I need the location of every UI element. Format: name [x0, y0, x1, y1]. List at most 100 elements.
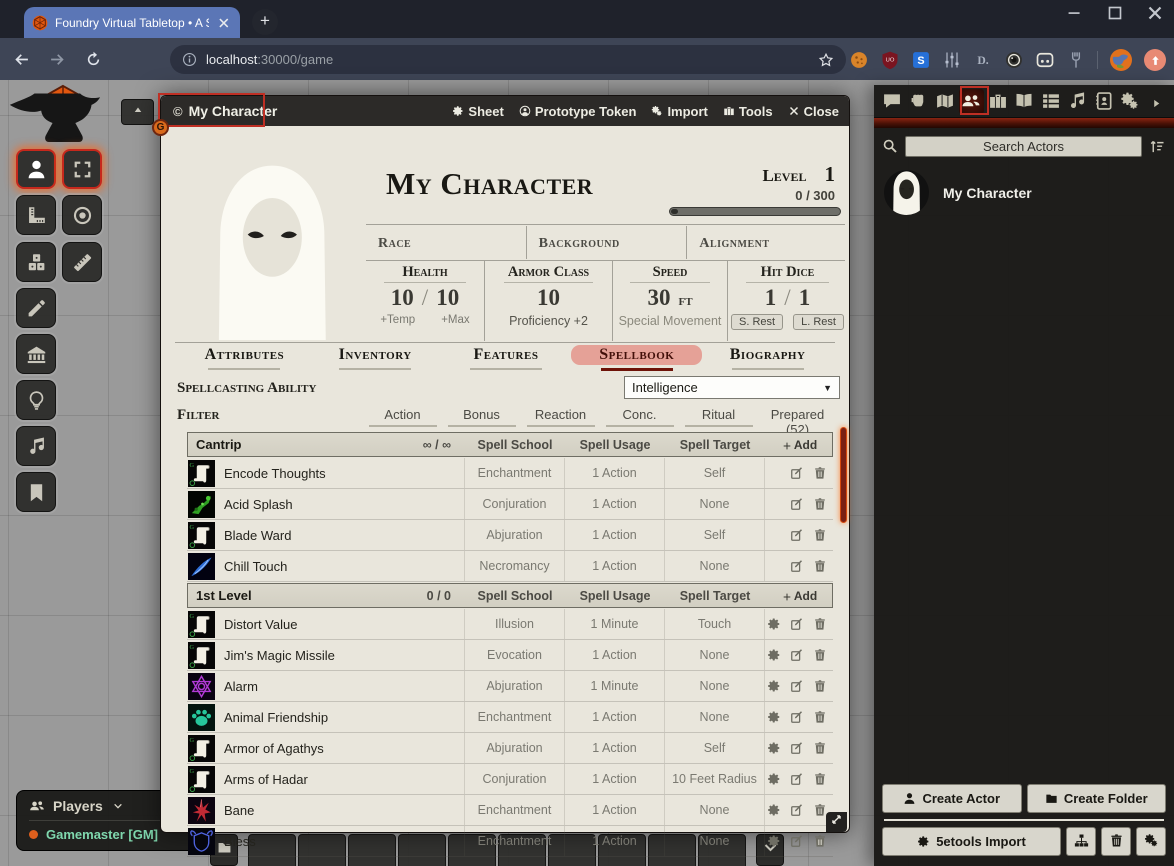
ability-select[interactable]: Intelligence ▼: [624, 376, 840, 399]
edit-icon[interactable]: [790, 803, 804, 817]
browser-tab[interactable]: Foundry Virtual Tabletop • A Stan: [24, 7, 240, 38]
hd-current[interactable]: 1: [765, 285, 777, 311]
spell-name[interactable]: Bless: [215, 834, 464, 849]
section-slots[interactable]: 0 / 0: [348, 589, 465, 603]
dice-tool-icon[interactable]: [16, 242, 56, 282]
spell-scroll-icon[interactable]: G: [188, 460, 215, 487]
window-titlebar[interactable]: © My Character SheetPrototype TokenImpor…: [161, 96, 849, 126]
character-name[interactable]: My Character: [386, 166, 593, 202]
spell-row[interactable]: GJim's Magic MissileEvocation1 ActionNon…: [187, 640, 833, 671]
spell-row[interactable]: GEncode ThoughtsEnchantment1 ActionSelf: [187, 458, 833, 489]
configure-icon[interactable]: [767, 710, 781, 724]
robot-extension-icon[interactable]: [1035, 50, 1055, 70]
spell-row[interactable]: GBlade WardAbjuration1 ActionSelf: [187, 520, 833, 551]
actors-tab-icon[interactable]: [959, 89, 984, 114]
spell-name[interactable]: Chill Touch: [215, 559, 464, 574]
update-browser-icon[interactable]: [1144, 49, 1166, 71]
address-bar[interactable]: localhost:30000/game: [170, 45, 846, 74]
field-background[interactable]: Background: [526, 226, 687, 259]
tables-tab-icon[interactable]: [1038, 89, 1063, 114]
actor-avatar[interactable]: [884, 170, 929, 215]
spell-row[interactable]: GArms of HadarConjuration1 Action10 Feet…: [187, 764, 833, 795]
tab-inventory[interactable]: Inventory: [310, 345, 441, 376]
playlists-tab-icon[interactable]: [1065, 89, 1090, 114]
ac-value[interactable]: 10: [537, 285, 560, 311]
measure-tool-icon[interactable]: [62, 242, 102, 282]
collapse-controls-button[interactable]: [121, 99, 154, 125]
chill-touch-icon[interactable]: [188, 553, 215, 580]
spell-name[interactable]: Encode Thoughts: [215, 466, 464, 481]
hd-max[interactable]: 1: [799, 285, 811, 311]
field-alignment[interactable]: Alignment: [686, 226, 847, 259]
delete-icon[interactable]: [813, 679, 827, 693]
settings-tab-icon[interactable]: [1118, 89, 1143, 114]
spell-name[interactable]: Armor of Agathys: [215, 741, 464, 756]
chat-tab-icon[interactable]: [879, 89, 904, 114]
animal-friendship-icon[interactable]: [188, 704, 215, 731]
long-rest-button[interactable]: L. Rest: [793, 314, 844, 330]
add-spell-button[interactable]: Add: [765, 438, 833, 452]
configure-icon[interactable]: [767, 617, 781, 631]
delete-icon[interactable]: [813, 710, 827, 724]
configure-icon[interactable]: [767, 741, 781, 755]
items-tab-icon[interactable]: [985, 89, 1010, 114]
section-slots[interactable]: ∞ / ∞: [348, 438, 465, 452]
journal-tab-icon[interactable]: [1012, 89, 1037, 114]
select-targets-tool-icon[interactable]: [62, 149, 102, 189]
scrollbar-thumb[interactable]: [840, 427, 847, 523]
spell-name[interactable]: Distort Value: [215, 617, 464, 632]
ruler-tool-icon[interactable]: [16, 195, 56, 235]
delete-icon[interactable]: [813, 772, 827, 786]
sort-filter-icon[interactable]: [1149, 138, 1166, 155]
actor-list-item[interactable]: My Character: [874, 164, 1174, 221]
spell-scroll-icon[interactable]: G: [188, 766, 215, 793]
spell-row[interactable]: Acid SplashConjuration1 ActionNone: [187, 489, 833, 520]
edit-icon[interactable]: [790, 497, 804, 511]
spell-name[interactable]: Animal Friendship: [215, 710, 464, 725]
sliders-extension-icon[interactable]: [942, 50, 962, 70]
create-folder-button[interactable]: Create Folder: [1027, 784, 1167, 813]
character-portrait[interactable]: [181, 160, 363, 340]
configure-icon[interactable]: [767, 679, 781, 693]
short-rest-button[interactable]: S. Rest: [731, 314, 783, 330]
spell-scroll-icon[interactable]: G: [188, 735, 215, 762]
bane-icon[interactable]: [188, 797, 215, 824]
spell-row[interactable]: AlarmAbjuration1 MinuteNone: [187, 671, 833, 702]
add-spell-button[interactable]: Add: [765, 589, 833, 603]
directory-settings-button[interactable]: [1136, 827, 1166, 856]
hp-current[interactable]: 10: [391, 285, 414, 311]
spell-name[interactable]: Bane: [215, 803, 464, 818]
edit-icon[interactable]: [790, 466, 804, 480]
spell-name[interactable]: Acid Splash: [215, 497, 464, 512]
delete-icon[interactable]: [813, 617, 827, 631]
close-button[interactable]: Close: [788, 104, 839, 119]
compendium-tab-icon[interactable]: [1091, 89, 1116, 114]
tab-attributes[interactable]: Attributes: [179, 345, 310, 376]
notes-tool-icon[interactable]: [16, 472, 56, 512]
alarm-icon[interactable]: [188, 673, 215, 700]
spell-list-scrollbar[interactable]: [840, 431, 847, 861]
delete-icon[interactable]: [813, 497, 827, 511]
lighting-tool-icon[interactable]: [16, 380, 56, 420]
spell-scroll-icon[interactable]: G: [188, 522, 215, 549]
edit-icon[interactable]: [790, 679, 804, 693]
window-close-icon[interactable]: [1144, 2, 1166, 24]
spell-row[interactable]: GArmor of AgathysAbjuration1 ActionSelf: [187, 733, 833, 764]
site-info-icon[interactable]: [182, 52, 197, 67]
hp-tempmax-label[interactable]: +Max: [441, 314, 469, 326]
profile-avatar-icon[interactable]: [1109, 48, 1133, 72]
tab-spellbook[interactable]: Spellbook: [571, 345, 702, 376]
scenes-tab-icon[interactable]: [932, 89, 957, 114]
template-tool-icon[interactable]: [62, 195, 102, 235]
edit-icon[interactable]: [790, 617, 804, 631]
stylus-extension-icon[interactable]: S: [911, 50, 931, 70]
search-input[interactable]: [905, 136, 1142, 157]
spell-scroll-icon[interactable]: G: [188, 642, 215, 669]
forward-icon[interactable]: [42, 45, 72, 73]
edit-icon[interactable]: [790, 559, 804, 573]
folder-tree-button[interactable]: [1066, 827, 1096, 856]
delete-icon[interactable]: [813, 528, 827, 542]
spell-scroll-icon[interactable]: G: [188, 611, 215, 638]
delete-icon[interactable]: [813, 803, 827, 817]
resize-handle[interactable]: [826, 812, 847, 832]
